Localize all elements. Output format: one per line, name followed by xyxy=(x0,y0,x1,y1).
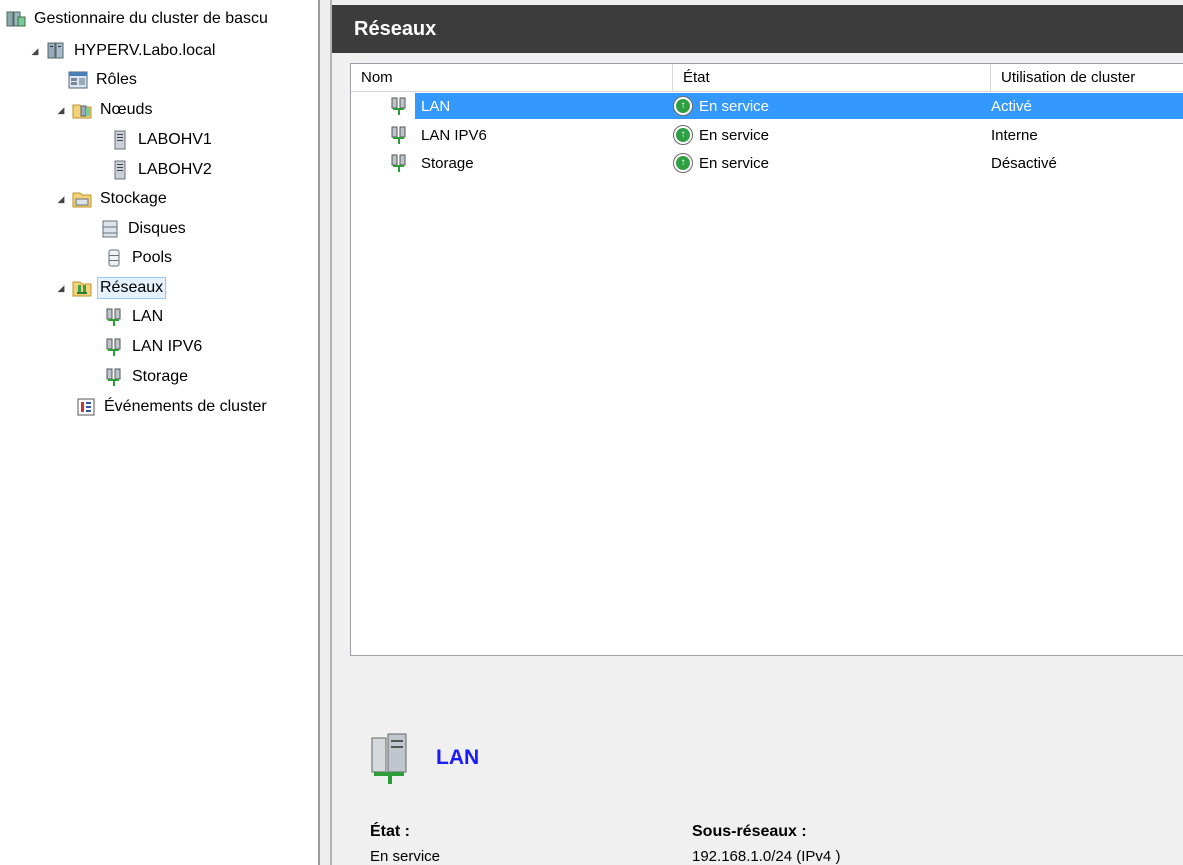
cluster-manager-icon xyxy=(6,9,26,29)
cluster-icon xyxy=(46,41,66,61)
status-up-icon: ↑ xyxy=(673,153,693,173)
network-icon xyxy=(389,122,409,148)
table-row[interactable]: LAN ↑ En service Activé xyxy=(351,93,1183,119)
nodes-icon xyxy=(72,100,92,120)
table-row[interactable]: Storage ↑ En service Désactivé xyxy=(351,150,1183,176)
network-icon xyxy=(104,307,124,327)
tree-item-node-labohv2[interactable]: LABOHV2 xyxy=(110,157,214,183)
network-icon xyxy=(104,367,124,387)
networks-list: Nom État Utilisation de cluster LAN ↑ En… xyxy=(350,63,1183,656)
status-up-icon: ↑ xyxy=(673,125,693,145)
network-large-icon xyxy=(370,732,414,786)
tree-item-disks[interactable]: Disques xyxy=(100,216,188,242)
cell-name: Storage xyxy=(421,154,474,172)
details-panel: LAN État : En service Sous-réseaux : 192… xyxy=(332,656,1183,865)
column-header-name[interactable]: Nom xyxy=(351,64,673,92)
cell-name: LAN IPV6 xyxy=(421,126,487,144)
pools-icon xyxy=(104,248,124,268)
cell-name: LAN xyxy=(421,97,451,115)
disks-icon xyxy=(100,219,120,239)
expand-icon[interactable]: ◢ xyxy=(54,194,68,205)
tree-item-network-storage[interactable]: Storage xyxy=(104,364,190,390)
cell-usage: Interne xyxy=(991,126,1038,144)
tree-label: Pools xyxy=(132,249,173,266)
tree-label: LABOHV1 xyxy=(138,131,212,148)
cell-usage: Désactivé xyxy=(991,154,1057,172)
cell-state-text: En service xyxy=(699,97,770,115)
row-highlight xyxy=(415,93,1183,119)
tree-item-events[interactable]: Événements de cluster xyxy=(76,394,269,420)
tree-label: Disques xyxy=(128,220,186,237)
roles-icon xyxy=(68,70,88,90)
expand-icon[interactable]: ◢ xyxy=(54,105,68,116)
details-subnets-label: Sous-réseaux : xyxy=(692,823,807,840)
pane-splitter[interactable] xyxy=(318,0,332,865)
network-folder-icon xyxy=(72,278,92,298)
table-row[interactable]: LAN IPV6 ↑ En service Interne xyxy=(351,122,1183,148)
storage-folder-icon xyxy=(72,189,92,209)
tree-label: Gestionnaire du cluster de bascu xyxy=(34,10,268,27)
pane-title: Réseaux xyxy=(332,5,1183,53)
events-icon xyxy=(76,397,96,417)
column-header-state[interactable]: État xyxy=(673,64,991,92)
details-state-value: En service xyxy=(370,848,441,865)
tree-label: LAN IPV6 xyxy=(132,338,203,355)
tree-label: LAN xyxy=(132,308,164,325)
cell-state-text: En service xyxy=(699,126,770,144)
details-subnets-value: 192.168.1.0/24 (IPv4 ) xyxy=(692,848,841,865)
tree-label: Storage xyxy=(132,368,189,385)
tree-label: Stockage xyxy=(100,190,167,207)
cell-state: ↑ En service xyxy=(673,93,769,119)
tree-item-roles[interactable]: Rôles xyxy=(68,67,139,93)
tree-label: Nœuds xyxy=(100,101,153,118)
cell-state-text: En service xyxy=(699,154,770,172)
expand-icon[interactable]: ◢ xyxy=(28,46,42,57)
expand-icon[interactable]: ◢ xyxy=(54,283,68,294)
navigation-tree: Gestionnaire du cluster de bascu ◢ HYPER… xyxy=(0,0,318,865)
tree-item-root[interactable]: Gestionnaire du cluster de bascu xyxy=(6,6,270,32)
status-up-icon: ↑ xyxy=(673,96,693,116)
details-state-label: État : xyxy=(370,823,410,840)
tree-label: Événements de cluster xyxy=(104,398,267,415)
cell-state: ↑ En service xyxy=(673,122,769,148)
tree-item-pools[interactable]: Pools xyxy=(104,245,174,271)
tree-item-storage[interactable]: ◢ Stockage xyxy=(54,186,169,212)
tree-item-network-lan-ipv6[interactable]: LAN IPV6 xyxy=(104,334,204,360)
details-title: LAN xyxy=(436,746,480,769)
column-header-usage[interactable]: Utilisation de cluster xyxy=(991,64,1183,92)
tree-item-network-lan[interactable]: LAN xyxy=(104,304,165,330)
networks-pane: Réseaux Nom État Utilisation de cluster … xyxy=(332,0,1183,865)
tree-item-cluster[interactable]: ◢ HYPERV.Labo.local xyxy=(28,38,217,64)
tree-item-networks[interactable]: ◢ Réseaux xyxy=(54,275,167,301)
cell-usage: Activé xyxy=(991,97,1032,115)
cell-state: ↑ En service xyxy=(673,150,769,176)
server-icon xyxy=(110,160,130,180)
network-icon xyxy=(389,150,409,176)
tree-item-nodes[interactable]: ◢ Nœuds xyxy=(54,97,154,123)
tree-label: Rôles xyxy=(96,71,137,88)
network-icon xyxy=(104,337,124,357)
server-icon xyxy=(110,130,130,150)
tree-label: Réseaux xyxy=(96,277,167,299)
tree-label: LABOHV2 xyxy=(138,161,212,178)
tree-item-node-labohv1[interactable]: LABOHV1 xyxy=(110,127,214,153)
network-icon xyxy=(389,93,409,119)
tree-label: HYPERV.Labo.local xyxy=(74,42,216,59)
